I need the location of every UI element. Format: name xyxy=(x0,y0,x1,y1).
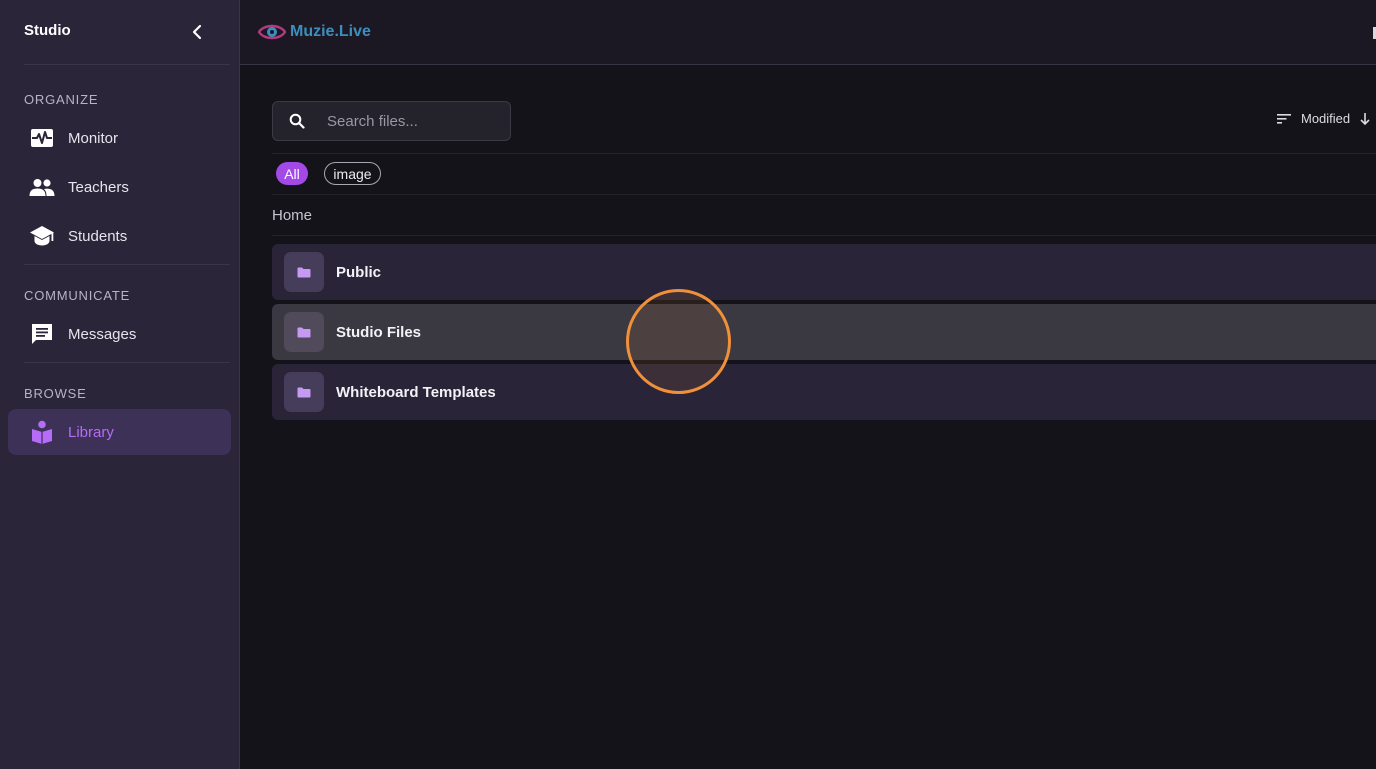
section-browse: BROWSE xyxy=(24,386,87,401)
sidebar-divider xyxy=(24,64,230,65)
section-communicate: COMMUNICATE xyxy=(24,288,131,303)
folder-row-public[interactable]: Public xyxy=(272,244,1376,300)
sidebar-divider xyxy=(24,264,230,265)
sidebar-item-label: Monitor xyxy=(68,129,119,147)
chat-icon xyxy=(28,322,56,346)
section-organize: ORGANIZE xyxy=(24,92,99,107)
sidebar-item-label: Library xyxy=(68,423,114,441)
eye-logo-icon xyxy=(258,24,286,40)
sidebar-item-students[interactable]: Students xyxy=(8,213,231,259)
sidebar-item-label: Students xyxy=(68,227,128,245)
folder-name: Whiteboard Templates xyxy=(336,383,496,401)
sidebar-title: Studio xyxy=(24,22,71,39)
divider xyxy=(272,194,1376,195)
school-icon xyxy=(28,225,56,247)
library-icon xyxy=(28,420,56,444)
folder-icon xyxy=(284,252,324,292)
folder-name: Studio Files xyxy=(336,323,422,341)
search-input[interactable] xyxy=(327,112,497,130)
search-icon xyxy=(288,113,306,129)
sort-control[interactable]: Modified xyxy=(1276,111,1370,126)
sidebar-item-teachers[interactable]: Teachers xyxy=(8,164,231,210)
top-bar: Muzie.Live xyxy=(240,0,1376,65)
divider xyxy=(272,153,1376,154)
sidebar-item-monitor[interactable]: Monitor xyxy=(8,115,231,161)
people-icon xyxy=(28,178,56,196)
library-main: Modified All image Home Public Studio Fi… xyxy=(240,65,1376,769)
folder-row-studio-files[interactable]: Studio Files xyxy=(272,304,1376,360)
sidebar: Studio ORGANIZE Monitor Teachers Student… xyxy=(0,0,240,769)
sidebar-item-library[interactable]: Library xyxy=(8,409,231,455)
sort-label: Modified xyxy=(1301,111,1351,126)
filter-chip-image[interactable]: image xyxy=(324,162,381,185)
app-logo[interactable]: Muzie.Live xyxy=(258,19,371,45)
folder-icon xyxy=(284,312,324,352)
search-box[interactable] xyxy=(272,101,511,141)
logo-text: Muzie.Live xyxy=(290,23,371,40)
filter-chip-all[interactable]: All xyxy=(276,162,308,185)
divider xyxy=(272,235,1376,236)
sidebar-item-label: Teachers xyxy=(68,178,129,196)
folder-row-whiteboard-templates[interactable]: Whiteboard Templates xyxy=(272,364,1376,420)
chevron-left-icon xyxy=(192,24,202,40)
monitor-heart-icon xyxy=(28,128,56,148)
sidebar-item-messages[interactable]: Messages xyxy=(8,311,231,357)
collapse-sidebar-button[interactable] xyxy=(186,20,208,44)
sidebar-header: Studio xyxy=(0,0,239,64)
folder-name: Public xyxy=(336,263,382,281)
folder-icon xyxy=(284,372,324,412)
breadcrumb[interactable]: Home xyxy=(272,207,312,224)
sidebar-divider xyxy=(24,362,230,363)
sidebar-item-label: Messages xyxy=(68,325,137,343)
arrow-down-icon xyxy=(1360,112,1370,125)
sort-icon xyxy=(1277,113,1291,124)
